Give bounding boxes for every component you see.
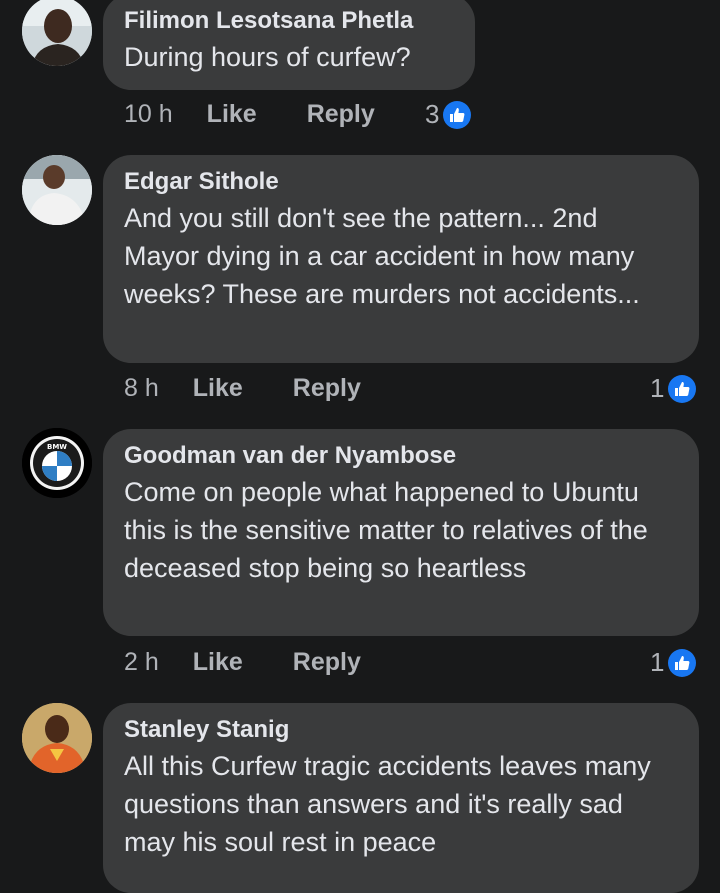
comment-actions: 8 h Like Reply bbox=[124, 374, 361, 403]
comment-author[interactable]: Stanley Stanig bbox=[124, 715, 678, 745]
comment-time[interactable]: 8 h bbox=[124, 374, 159, 403]
reply-button[interactable]: Reply bbox=[293, 374, 361, 403]
comment-time[interactable]: 10 h bbox=[124, 100, 173, 129]
reaction-count[interactable]: 1 bbox=[650, 647, 697, 678]
reply-button[interactable]: Reply bbox=[307, 100, 375, 129]
comment-bubble: Filimon Lesotsana Phetla During hours of… bbox=[103, 0, 475, 90]
comment-author[interactable]: Goodman van der Nyambose bbox=[124, 441, 678, 471]
comment-text: Come on people what happened to Ubuntu t… bbox=[124, 477, 648, 583]
like-button[interactable]: Like bbox=[193, 648, 243, 677]
reply-button[interactable]: Reply bbox=[293, 648, 361, 677]
comment-actions: 2 h Like Reply bbox=[124, 648, 361, 677]
thumbs-up-icon bbox=[668, 648, 697, 677]
comment-bubble: Goodman van der Nyambose Come on people … bbox=[103, 429, 699, 636]
avatar[interactable] bbox=[22, 703, 92, 773]
reaction-count[interactable]: 3 bbox=[425, 99, 472, 130]
reaction-count-number: 3 bbox=[425, 99, 440, 129]
like-button[interactable]: Like bbox=[193, 374, 243, 403]
avatar[interactable]: BMW bbox=[22, 428, 92, 498]
reaction-count-number: 1 bbox=[650, 373, 665, 403]
comment-bubble: Edgar Sithole And you still don't see th… bbox=[103, 155, 699, 363]
svg-text:BMW: BMW bbox=[47, 443, 67, 451]
avatar[interactable] bbox=[22, 0, 92, 66]
reaction-count-number: 1 bbox=[650, 647, 665, 677]
comment-author[interactable]: Filimon Lesotsana Phetla bbox=[124, 6, 454, 36]
reaction-count[interactable]: 1 bbox=[650, 373, 697, 404]
comment-text: During hours of curfew? bbox=[124, 42, 411, 72]
thumbs-up-icon bbox=[668, 374, 697, 403]
comment-author[interactable]: Edgar Sithole bbox=[124, 167, 678, 197]
comment-text: All this Curfew tragic accidents leaves … bbox=[124, 751, 651, 857]
comment-bubble: Stanley Stanig All this Curfew tragic ac… bbox=[103, 703, 699, 893]
like-button[interactable]: Like bbox=[207, 100, 257, 129]
comment-text: And you still don't see the pattern... 2… bbox=[124, 203, 640, 309]
bmw-logo-icon: BMW bbox=[22, 428, 92, 498]
comment-time[interactable]: 2 h bbox=[124, 648, 159, 677]
comment-actions: 10 h Like Reply bbox=[124, 100, 375, 129]
thumbs-up-icon bbox=[443, 100, 472, 129]
avatar[interactable] bbox=[22, 155, 92, 225]
